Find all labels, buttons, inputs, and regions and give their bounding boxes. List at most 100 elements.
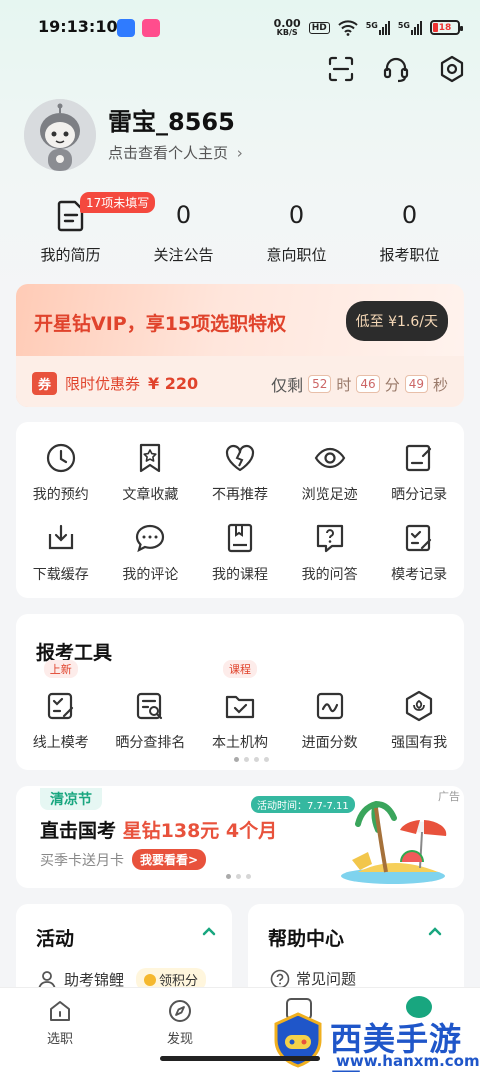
avatar-character-icon [24,99,96,171]
ad-festival-label: 清凉节 [40,788,102,810]
countdown-unit: 分 [384,375,400,394]
home-icon [50,1001,70,1021]
item-label: 本土机构 [211,735,268,751]
my-courses-item[interactable]: 我的课程 [195,522,285,584]
coupon-amount: ¥ 220 [148,374,199,393]
app-notification-icon [142,19,160,37]
chevron-up-icon[interactable] [428,926,442,936]
interview-scores-item[interactable]: 进面分数 [285,690,375,752]
signal-icon: 5G [365,20,390,35]
net-speed: 0.00 KB/S [274,18,301,37]
item-label: 我的问答 [301,567,358,583]
item-label: 线上模考 [32,735,89,751]
stat-label: 报考职位 [379,246,440,264]
view-profile-link[interactable]: 点击查看个人主页 › [108,142,243,163]
ad-subline-row: 买季卡送月卡 我要看看> [40,849,207,870]
help-center-title: 帮助中心 [268,928,345,950]
net-speed-unit: KB/S [276,28,298,37]
wifi-icon [338,19,358,36]
my-comments-item[interactable]: 我的评论 [106,522,196,584]
quick-row-2: 下载缓存 我的评论 我的课程 我的问答 模考记录 [16,522,464,584]
help-circle-icon [270,969,290,988]
signal-label: 5G [365,20,378,30]
faq-label: 常见问题 [296,970,357,988]
claim-points-label: 领积分 [159,974,199,989]
status-time: 19:13:10 [38,17,118,36]
stat-label: 意向职位 [266,246,327,264]
my-qa-item[interactable]: 我的问答 [285,522,375,584]
signal-icon: 5G [397,20,422,35]
broken-heart-icon [225,444,255,472]
download-icon [48,524,73,550]
watermark-url: www.hanxm.com [336,1052,480,1070]
coupon-tag: 券 [32,372,58,395]
status-indicators: 0.00 KB/S HD 5G 5G 18 [274,18,463,37]
score-records-item[interactable]: 晒分记录 [374,442,464,504]
mock-records-item[interactable]: 模考记录 [374,522,464,584]
ad-cta-button[interactable]: 我要看看> [132,849,207,870]
score-rank-item[interactable]: 晒分查排名 [106,690,196,752]
countdown-prefix: 仅剩 [271,376,304,395]
ad-headline-b: 星钻138元 4个月 [122,820,278,842]
countdown-unit: 时 [336,375,352,394]
stat-intended-positions[interactable]: 0 意向职位 [240,198,353,276]
article-favorites-item[interactable]: 文章收藏 [106,442,196,504]
faq-item[interactable]: 常见问题 [270,968,356,989]
item-label: 晒分记录 [391,487,448,503]
promo-ad-banner[interactable]: 清凉节 广告 活动时间：7.7-7.11 直击国考 星钻138元 4个月 买季卡… [16,786,464,888]
new-tag: 上新 [43,660,78,678]
signal-label: 5G [397,20,410,30]
score-wave-icon [316,692,343,720]
vip-price-button[interactable]: 低至 ¥1.6/天 [345,301,448,341]
item-label: 晒分查排名 [115,735,186,751]
rank-search-icon [137,692,163,720]
countdown-seconds: 49 [404,375,428,393]
ad-subline: 买季卡送月卡 [40,852,124,869]
course-book-icon [227,523,253,553]
battery-icon: 18 [430,20,463,35]
countdown-hours: 52 [308,375,332,393]
item-label: 进面分数 [301,735,358,751]
headset-icon[interactable] [381,54,411,84]
countdown: 仅剩 52 时 46 分 49 秒 [271,372,448,396]
countdown-minutes: 46 [356,375,380,393]
chevron-up-icon[interactable] [202,926,216,936]
avatar[interactable] [24,99,96,171]
scan-icon[interactable] [326,54,356,84]
vip-coupon: 券 限时优惠券 ¥ 220 [32,372,198,395]
strong-nation-item[interactable]: 强国有我 [374,690,464,752]
coupon-text: 限时优惠券 [65,375,141,393]
online-mock-exam-item[interactable]: 上新 线上模考 [16,660,106,752]
battery-level: 18 [438,22,452,33]
countdown-unit: 秒 [432,375,448,394]
vip-banner[interactable]: 开星钻VIP，享15项选职特权 低至 ¥1.6/天 券 限时优惠券 ¥ 220 … [16,284,464,407]
stat-label: 我的简历 [40,246,101,264]
status-bar: 19:13:10 0.00 KB/S HD 5G 5G 18 [0,0,480,56]
item-label: 模考记录 [391,567,448,583]
tools-card: 报考工具 上新 线上模考 晒分查排名 课程 本土机构 进面分数 强国有我 [16,614,464,770]
view-profile-text: 点击查看个人主页 [108,144,229,162]
quick-row-1: 我的预约 文章收藏 不再推荐 浏览足迹 晒分记录 [16,442,464,504]
profile-stats: 我的简历 17项未填写 0 关注公告 0 意向职位 0 报考职位 [14,192,466,276]
hexagon-flower-icon [406,690,433,722]
tools-page-dots [234,757,269,762]
stat-followed-notices[interactable]: 0 关注公告 [127,198,240,276]
my-appointments-item[interactable]: 我的预约 [16,442,106,504]
stat-value: 0 [401,201,418,229]
hd-icon: HD [308,21,330,34]
stat-applied-positions[interactable]: 0 报考职位 [353,198,466,276]
settings-icon[interactable] [437,54,467,84]
nav-label: 发现 [166,1032,193,1047]
quick-actions-card: 我的预约 文章收藏 不再推荐 浏览足迹 晒分记录 下载缓存 我的评论 我的课程 … [16,422,464,598]
browse-history-item[interactable]: 浏览足迹 [285,442,375,504]
nav-discover[interactable]: 发现 [150,998,210,1047]
vip-title: 开星钻VIP，享15项选职特权 [34,313,287,335]
item-label: 下载缓存 [32,567,89,583]
home-indicator[interactable] [160,1056,320,1061]
not-recommend-item[interactable]: 不再推荐 [195,442,285,504]
local-institutions-item[interactable]: 课程 本土机构 [195,660,285,752]
download-cache-item[interactable]: 下载缓存 [16,522,106,584]
nav-select-job[interactable]: 选职 [30,998,90,1047]
stat-resume[interactable]: 我的简历 17项未填写 [14,192,156,276]
username[interactable]: 雷宝_8565 [108,102,235,137]
